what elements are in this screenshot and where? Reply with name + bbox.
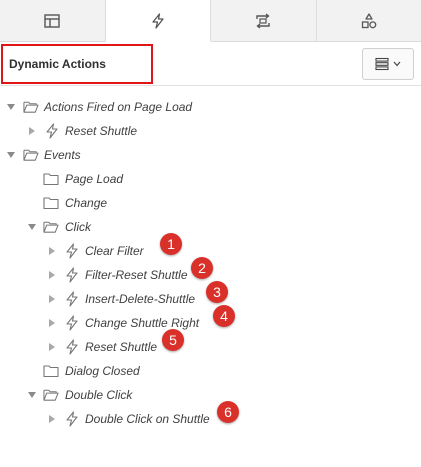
table-icon: [44, 13, 60, 28]
expand-toggle-right-icon[interactable]: [47, 270, 57, 280]
tree-node-actions-fired-on-page-load[interactable]: Actions Fired on Page Load: [0, 95, 421, 119]
tree-label: Reset Shuttle: [85, 340, 158, 354]
expand-toggle-right-icon[interactable]: [47, 414, 57, 424]
list-menu-icon: [375, 57, 389, 71]
tree-node-double-click-on-shuttle[interactable]: Double Click on Shuttle 6: [0, 401, 421, 431]
tree-label: Filter-Reset Shuttle: [85, 268, 188, 282]
lightning-icon: [64, 291, 80, 307]
panel-header: Dynamic Actions: [0, 42, 421, 86]
folder-open-icon: [43, 387, 59, 403]
tree-node-change-shuttle-right[interactable]: Change Shuttle Right 4: [0, 305, 421, 335]
folder-icon: [43, 171, 59, 187]
tree-node-double-click[interactable]: Double Click: [0, 383, 421, 407]
tree-label: Dialog Closed: [65, 364, 140, 378]
tree-label: Actions Fired on Page Load: [44, 100, 193, 114]
lightning-icon: [64, 411, 80, 427]
tree-label: Events: [44, 148, 81, 162]
tree-node-dialog-closed[interactable]: Dialog Closed: [0, 359, 421, 383]
tree-label: Page Load: [65, 172, 124, 186]
tab-dynamic-actions[interactable]: [105, 0, 211, 42]
tree-node-events[interactable]: Events: [0, 143, 421, 167]
tab-processing[interactable]: [211, 0, 317, 42]
tree-node-page-load[interactable]: Page Load: [0, 167, 421, 191]
expand-toggle-right-icon[interactable]: [47, 246, 57, 256]
process-icon: [256, 12, 270, 29]
tree-node-insert-delete-shuttle[interactable]: Insert-Delete-Shuttle 3: [0, 281, 421, 311]
expand-toggle-down-icon[interactable]: [6, 102, 16, 112]
folder-open-icon: [23, 99, 39, 115]
expand-toggle-down-icon[interactable]: [6, 150, 16, 160]
lightning-icon: [64, 267, 80, 283]
tree-node-reset-shuttle[interactable]: Reset Shuttle 5: [0, 329, 421, 359]
tree-label: Change: [65, 196, 108, 210]
title-highlight-box: Dynamic Actions: [1, 44, 153, 84]
lightning-icon: [64, 243, 80, 259]
shared-components-icon: [361, 12, 377, 28]
lightning-icon: [44, 123, 60, 139]
folder-icon: [43, 195, 59, 211]
chevron-down-icon: [393, 61, 401, 67]
callout-badge-3: 3: [206, 281, 228, 303]
folder-open-icon: [43, 219, 59, 235]
folder-open-icon: [23, 147, 39, 163]
callout-badge-5: 5: [162, 329, 184, 351]
lightning-icon: [152, 12, 164, 29]
lightning-icon: [64, 339, 80, 355]
expand-toggle-right-icon[interactable]: [47, 294, 57, 304]
folder-icon: [43, 363, 59, 379]
expand-toggle-down-icon[interactable]: [27, 222, 37, 232]
tree-label: Change Shuttle Right: [85, 316, 200, 330]
expand-toggle-right-icon[interactable]: [47, 342, 57, 352]
tree-label: Double Click: [65, 388, 133, 402]
tree-node-reset-shuttle-on-load[interactable]: Reset Shuttle: [0, 119, 421, 143]
callout-badge-4: 4: [213, 305, 235, 327]
tab-rendering[interactable]: [0, 0, 106, 42]
tree-label: Reset Shuttle: [65, 124, 138, 138]
tree-node-change[interactable]: Change: [0, 191, 421, 215]
callout-badge-1: 1: [160, 233, 182, 255]
lightning-icon: [64, 315, 80, 331]
tab-shared-components[interactable]: [316, 0, 421, 42]
tree-label: Insert-Delete-Shuttle: [85, 292, 196, 306]
tree-label: Clear Filter: [85, 244, 144, 258]
tree-node-clear-filter[interactable]: Clear Filter 1: [0, 233, 421, 263]
expand-toggle-right-icon[interactable]: [27, 126, 37, 136]
tree-label: Click: [65, 220, 91, 234]
menu-button[interactable]: [362, 48, 414, 80]
tree-label: Double Click on Shuttle: [85, 412, 210, 426]
callout-badge-2: 2: [191, 257, 213, 279]
callout-badge-6: 6: [217, 401, 239, 423]
panel-title: Dynamic Actions: [9, 57, 106, 71]
expand-toggle-down-icon[interactable]: [27, 390, 37, 400]
expand-toggle-right-icon[interactable]: [47, 318, 57, 328]
tab-bar: [0, 0, 421, 42]
tree-node-click[interactable]: Click: [0, 215, 421, 239]
